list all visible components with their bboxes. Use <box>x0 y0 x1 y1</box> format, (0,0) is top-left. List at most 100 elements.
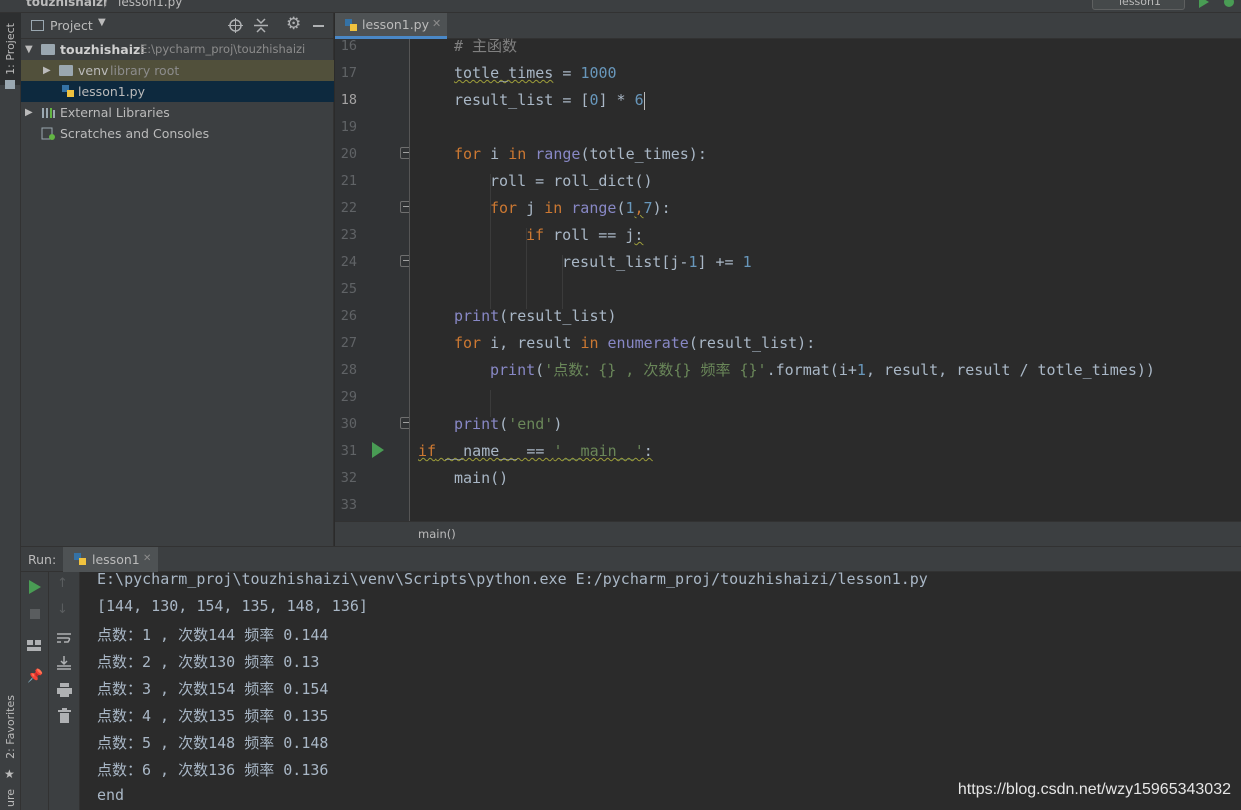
run-console-output[interactable]: E:\pycharm_proj\touzhishaizi\venv\Script… <box>80 570 1241 810</box>
titlebar-file[interactable]: lesson1.py <box>118 0 182 9</box>
python-file-icon <box>62 85 74 97</box>
debug-icon[interactable] <box>1222 0 1236 9</box>
line-number: 24 <box>340 254 357 270</box>
line-number: 17 <box>340 65 357 81</box>
expand-arrow-icon[interactable]: ▶ <box>43 60 51 81</box>
expand-arrow-icon[interactable]: ▼ <box>25 39 33 60</box>
layout-icon[interactable] <box>27 640 42 652</box>
project-panel: Project ▼ ⚙ ▼ touzhishaizi E:\pycharm_pr… <box>21 13 334 546</box>
console-line: 点数：5 , 次数148 频率 0.148 <box>97 734 329 752</box>
code-line: totle_times = 1000 <box>454 64 617 82</box>
code-line: roll = roll_dict() <box>490 172 653 190</box>
trash-icon[interactable] <box>58 708 71 723</box>
console-line: 点数：2 , 次数130 频率 0.13 <box>97 653 320 671</box>
watermark: https://blog.csdn.net/wzy15965343032 <box>957 781 1231 798</box>
tree-item-scratches[interactable]: Scratches and Consoles <box>21 123 334 144</box>
tree-item-label: venv <box>78 63 109 78</box>
code-line: result_list[j-1] += 1 <box>562 253 752 271</box>
code-line: if roll == j: <box>526 226 644 244</box>
run-icon[interactable] <box>1198 0 1210 8</box>
text-cursor <box>643 91 645 110</box>
tree-item-label: External Libraries <box>60 105 170 120</box>
run-panel-header: Run: lesson1 ✕ <box>21 546 1241 573</box>
tree-item-label: touzhishaizi <box>60 42 145 57</box>
pin-icon[interactable]: 📌 <box>27 669 43 684</box>
code-line: print('点数：{} , 次数{} 频率 {}'.format(i+1, r… <box>490 361 1155 379</box>
code-line: print(result_list) <box>454 307 617 325</box>
code-line: print('end') <box>454 415 563 433</box>
code-line: for i in range(totle_times): <box>454 145 707 163</box>
tree-item-label: lesson1.py <box>78 84 146 99</box>
folder-icon <box>59 65 73 76</box>
console-line: E:\pycharm_proj\touzhishaizi\venv\Script… <box>97 570 928 588</box>
run-tab-label: lesson1 <box>92 552 140 567</box>
project-panel-header: Project ▼ ⚙ <box>21 13 334 39</box>
code-editor[interactable]: # 主函数 totle_times = 1000 result_list = [… <box>409 37 1241 521</box>
soft-wrap-icon[interactable] <box>57 632 72 645</box>
print-icon[interactable] <box>57 683 72 697</box>
python-file-icon <box>74 553 86 565</box>
tree-item-path: E:\pycharm_proj\touzhishaizi <box>140 42 306 56</box>
editor-breadcrumb: main() <box>335 521 1241 546</box>
tree-item-external-libraries[interactable]: ▶ External Libraries <box>21 102 334 123</box>
line-number: 31 <box>340 443 357 459</box>
line-number: 25 <box>340 281 357 297</box>
tab-lesson1[interactable]: lesson1.py ✕ <box>335 13 447 39</box>
line-number: 18 <box>340 92 357 108</box>
line-number: 30 <box>340 416 357 432</box>
line-number: 20 <box>340 146 357 162</box>
code-line: # 主函数 <box>454 37 518 55</box>
chevron-down-icon[interactable]: ▼ <box>98 17 106 28</box>
breadcrumb-item[interactable]: main() <box>418 527 456 541</box>
tree-item-label: Scratches and Consoles <box>60 126 210 141</box>
console-line: 点数：3 , 次数154 频率 0.154 <box>97 680 329 698</box>
tree-item-lesson1[interactable]: lesson1.py <box>21 81 334 102</box>
project-view-select[interactable]: Project <box>50 18 93 33</box>
favorites-tab-label[interactable]: 2: Favorites <box>4 695 17 759</box>
line-number: 23 <box>340 227 357 243</box>
tree-item-extra: library root <box>110 63 180 78</box>
code-line: result_list = [0] * 6 <box>454 91 645 110</box>
run-gutter-icon[interactable] <box>371 442 385 458</box>
gear-icon[interactable]: ⚙ <box>286 14 301 34</box>
python-file-icon <box>345 19 357 31</box>
library-icon <box>42 108 55 118</box>
console-line: 点数：1 , 次数144 频率 0.144 <box>97 626 329 644</box>
console-line: 点数：4 , 次数135 频率 0.135 <box>97 707 329 725</box>
project-tool-tab[interactable]: 1: Project <box>0 13 21 85</box>
console-line: [144, 130, 154, 135, 148, 136] <box>97 597 368 615</box>
code-line: for i, result in enumerate(result_list): <box>454 334 816 352</box>
run-config-label: lesson1 <box>1119 0 1161 8</box>
code-line: for j in range(1,7): <box>490 199 671 217</box>
structure-tab-label[interactable]: ure <box>4 789 17 807</box>
titlebar-project[interactable]: touzhishaizi <box>26 0 107 9</box>
close-icon[interactable]: ✕ <box>143 553 151 564</box>
rerun-icon[interactable] <box>29 580 41 594</box>
run-toolbar-primary: 📌 <box>21 572 49 810</box>
folder-icon <box>41 44 55 55</box>
console-line: end <box>97 786 125 804</box>
arrow-down-icon[interactable]: ↓ <box>57 602 68 617</box>
expand-arrow-icon[interactable]: ▶ <box>25 102 33 123</box>
collapse-all-icon[interactable] <box>254 18 268 33</box>
project-tab-label: 1: Project <box>4 23 17 75</box>
run-toolbar-secondary: ↑ ↓ <box>49 572 80 810</box>
locate-icon[interactable] <box>228 18 243 33</box>
console-line: 点数：6 , 次数136 频率 0.136 <box>97 761 329 779</box>
run-config-select[interactable]: lesson1 <box>1092 0 1185 10</box>
project-view-icon <box>31 20 44 31</box>
arrow-up-icon[interactable]: ↑ <box>57 576 68 591</box>
line-number: 16 <box>340 38 357 54</box>
line-number: 33 <box>340 497 357 513</box>
tree-item-root[interactable]: ▼ touzhishaizi E:\pycharm_proj\touzhisha… <box>21 39 334 60</box>
hide-icon[interactable] <box>313 25 324 27</box>
star-icon: ★ <box>4 767 15 781</box>
line-number: 19 <box>340 119 357 135</box>
tree-item-venv[interactable]: ▶ venv library root <box>21 60 334 81</box>
scroll-to-end-icon[interactable] <box>57 656 72 670</box>
close-icon[interactable]: ✕ <box>432 17 441 30</box>
code-line: if __name__ == '__main__': <box>418 442 653 460</box>
stop-icon[interactable] <box>30 609 40 619</box>
left-tool-strip: 1: Project 2: Favorites ★ ure <box>0 13 21 810</box>
line-number: 26 <box>340 308 357 324</box>
